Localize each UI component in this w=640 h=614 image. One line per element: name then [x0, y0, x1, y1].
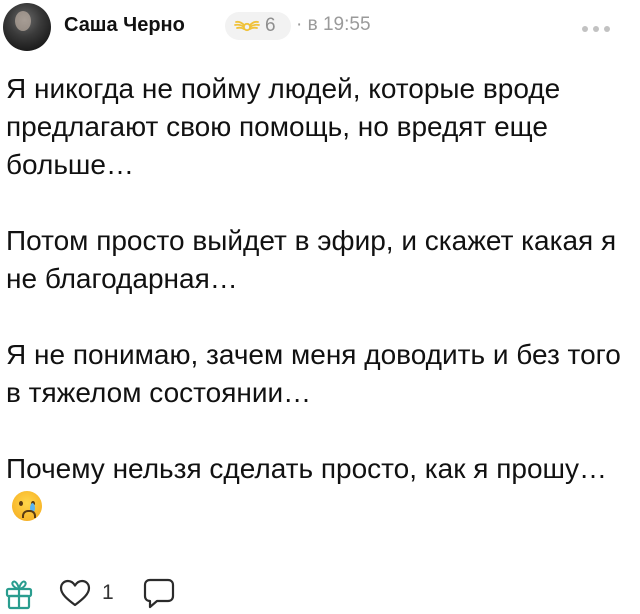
- post-paragraph-last: Почему нельзя сделать просто, как я прош…: [6, 450, 626, 526]
- like-count: 1: [102, 581, 114, 604]
- gift-icon[interactable]: [4, 576, 34, 610]
- post-paragraph: Потом просто выйдет в эфир, и скажет как…: [6, 225, 617, 294]
- author-name[interactable]: Саша Черно: [64, 14, 185, 37]
- tear-icon: [30, 503, 35, 512]
- post-paragraph: Я не понимаю, зачем меня доводить и без …: [6, 339, 621, 408]
- dot: [582, 26, 588, 32]
- post-time: · в 19:55: [296, 14, 371, 35]
- comment-icon[interactable]: [142, 576, 176, 610]
- post-actions: 1: [0, 572, 640, 614]
- author-badge[interactable]: 6: [225, 12, 291, 40]
- crying-face-emoji: [12, 491, 42, 521]
- post-paragraph-text: Почему нельзя сделать просто, как я прош…: [6, 453, 607, 484]
- badge-count: 6: [265, 15, 276, 36]
- heart-icon[interactable]: [58, 578, 92, 608]
- post-header: Саша Черно 6 · в 19:55: [0, 0, 640, 56]
- dot: [593, 26, 599, 32]
- dot: [604, 26, 610, 32]
- more-dots-icon[interactable]: [582, 24, 622, 34]
- wings-icon: [234, 20, 260, 32]
- avatar[interactable]: [3, 3, 51, 51]
- post-body: Я никогда не пойму людей, которые вроде …: [6, 70, 626, 526]
- post-paragraph: Я никогда не пойму людей, которые вроде …: [6, 73, 561, 180]
